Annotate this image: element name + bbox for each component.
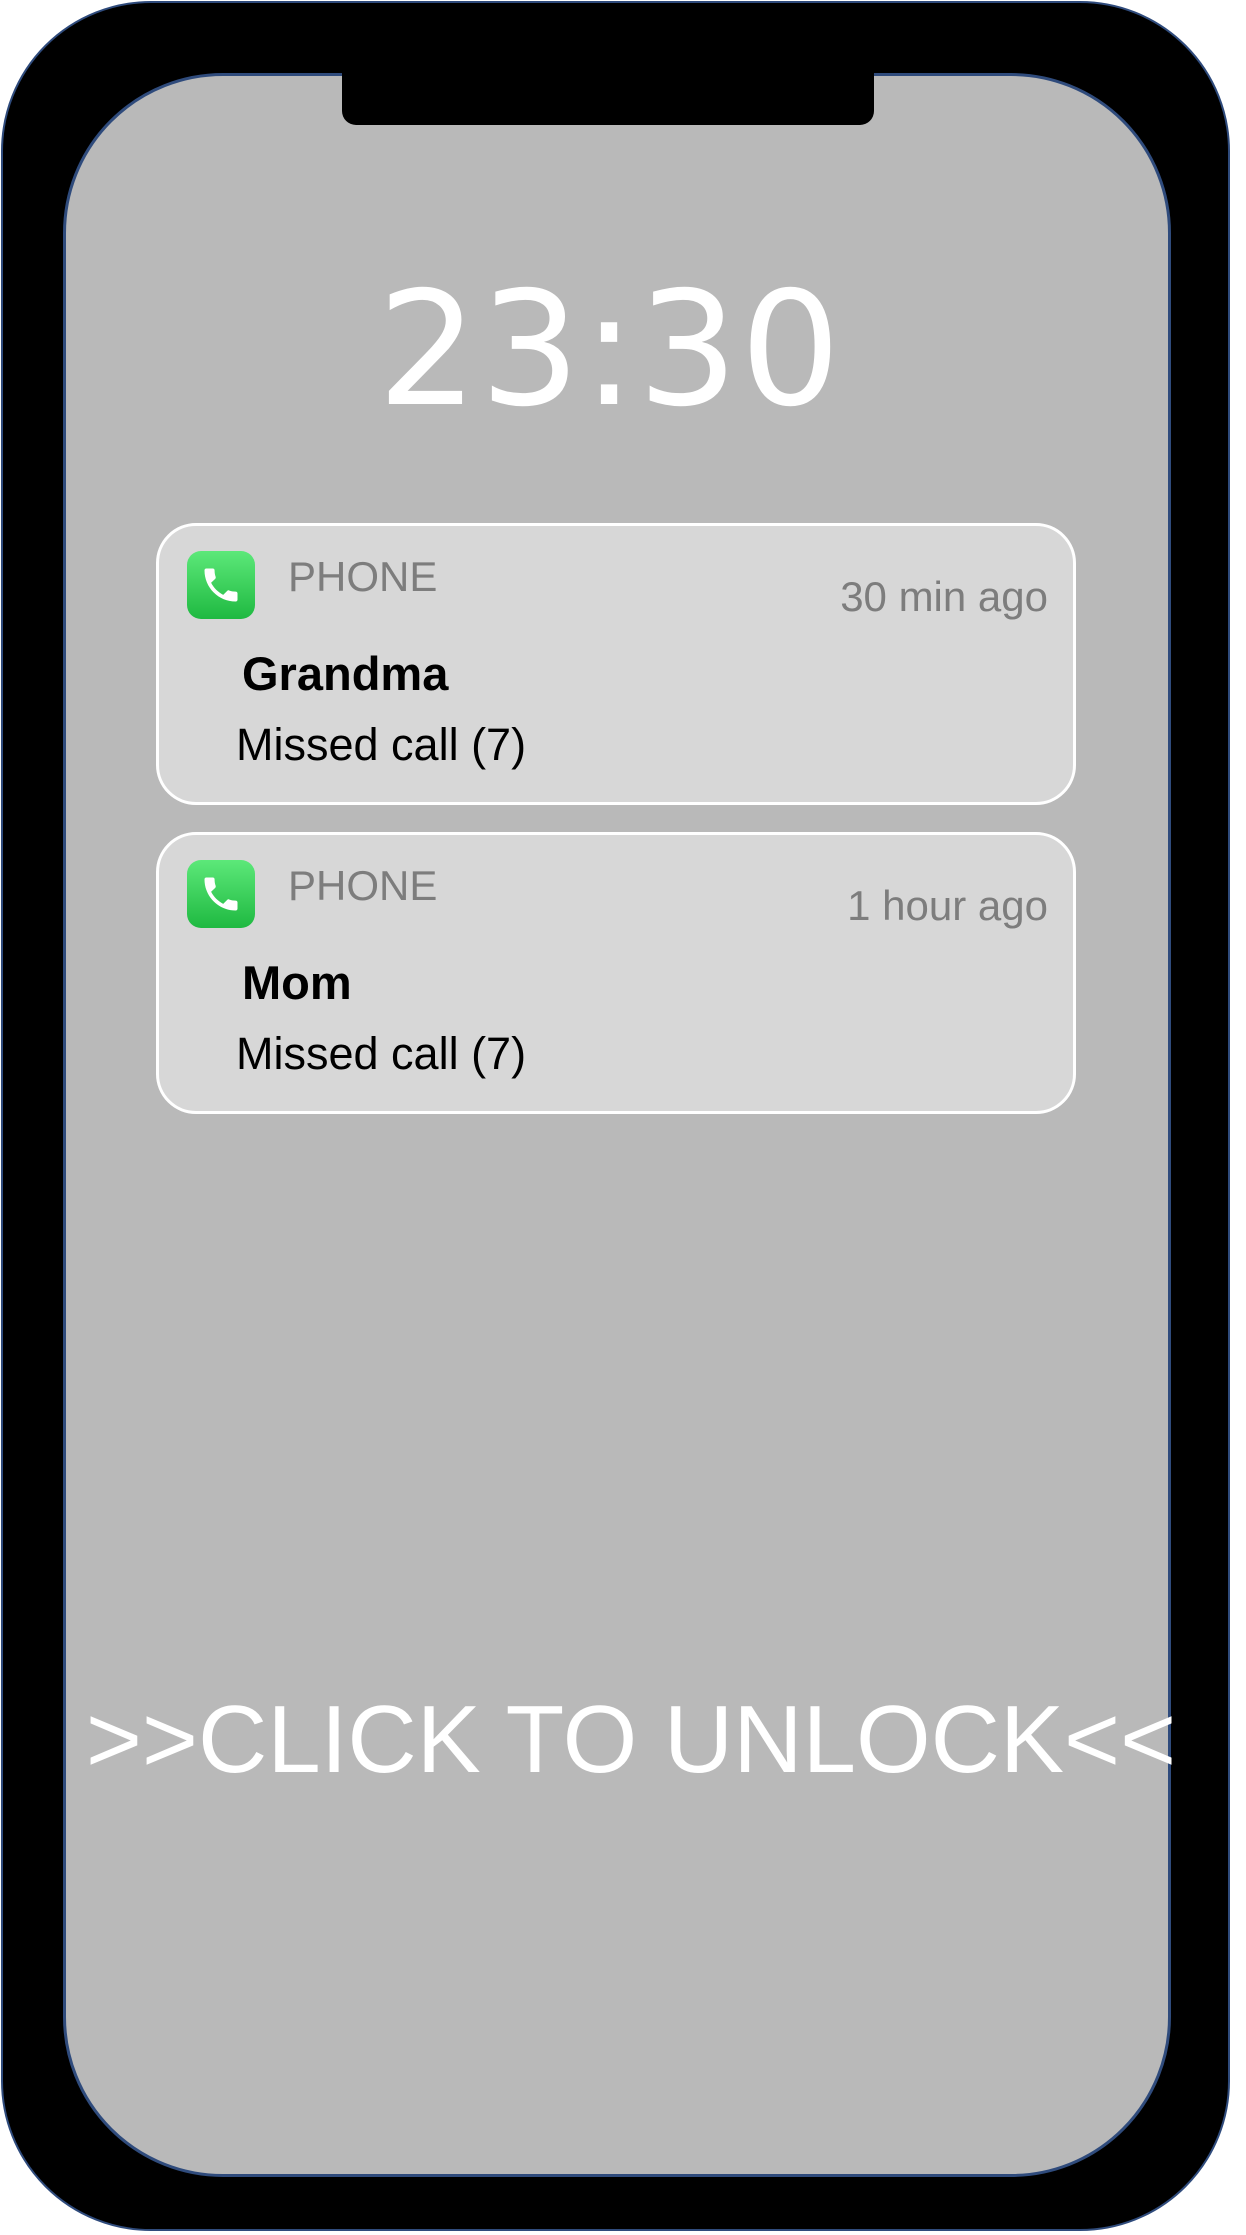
notification-time: 1 hour ago [847, 882, 1048, 929]
notification-detail: Missed call (7) [236, 719, 527, 770]
notification-detail: Missed call (7) [236, 1028, 527, 1079]
notification-card[interactable]: PHONE 1 hour ago Mom Missed call (7) [156, 832, 1076, 1114]
notification-app-name: PHONE [288, 862, 438, 909]
notification-time: 30 min ago [840, 573, 1048, 620]
notification-app-name: PHONE [288, 553, 438, 600]
lockscreen-clock: 23:30 [377, 258, 843, 442]
phone-icon [187, 860, 255, 928]
phone-icon [187, 551, 255, 619]
notification-caller: Grandma [242, 647, 449, 700]
notification-card[interactable]: PHONE 30 min ago Grandma Missed call (7) [156, 523, 1076, 805]
unlock-button[interactable]: >>CLICK TO UNLOCK<< [0, 1680, 1246, 1800]
notification-caller: Mom [242, 956, 352, 1009]
phone-notch [342, 60, 874, 125]
